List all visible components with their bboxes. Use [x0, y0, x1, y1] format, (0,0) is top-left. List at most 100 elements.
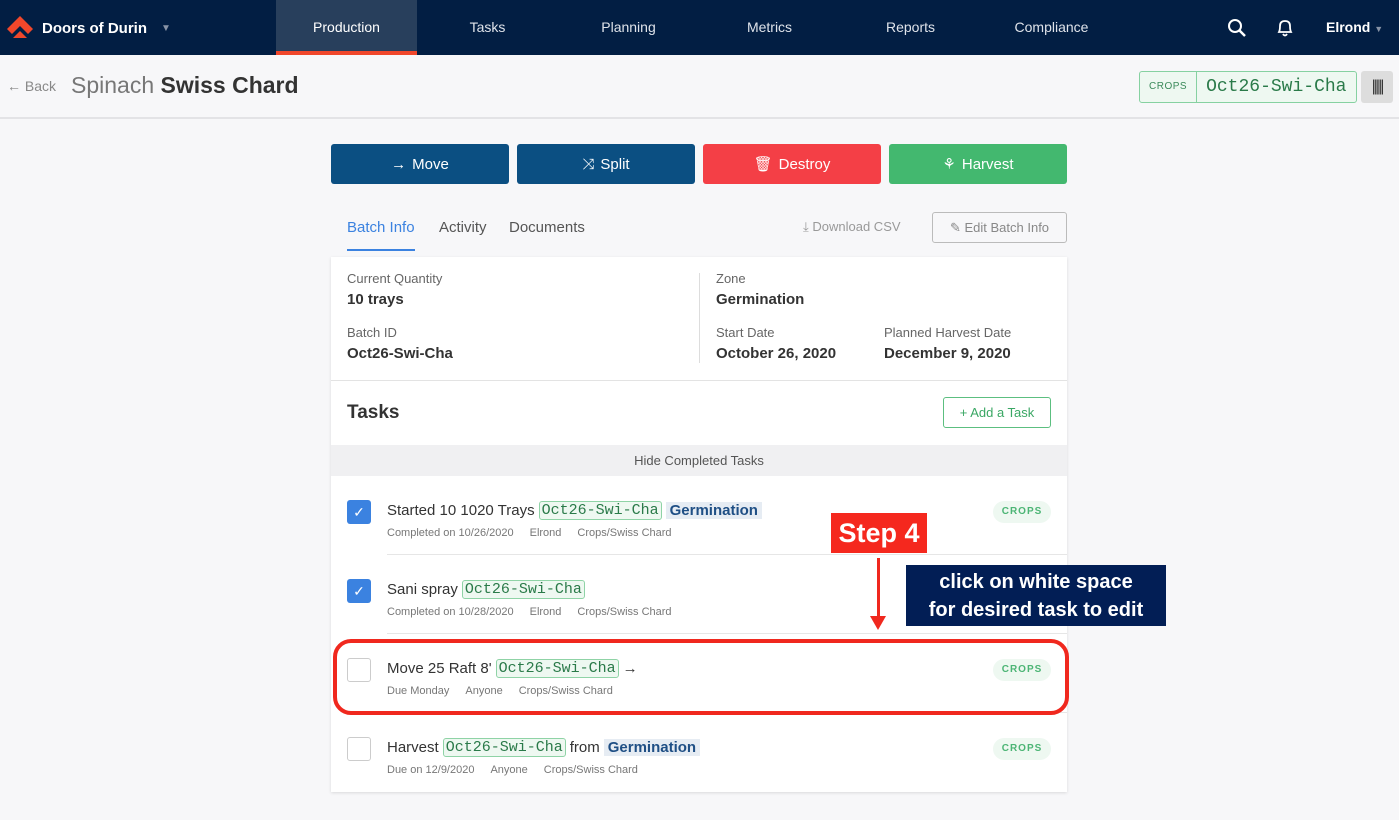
move-label: Move [412, 155, 449, 173]
zone-label: Zone [716, 271, 746, 286]
back-label: Back [24, 78, 57, 94]
edit-label: Edit Batch Info [964, 220, 1050, 235]
title-prefix: Spinach [71, 72, 155, 98]
nav-tab-planning[interactable]: Planning [558, 0, 699, 55]
split-button[interactable]: ⤨ Split [517, 144, 695, 184]
chevron-down-icon: ▼ [1374, 24, 1384, 34]
tag-key: CROPS [1140, 72, 1198, 102]
tag-value: Oct26-Swi-Cha [1206, 77, 1347, 97]
batch-chip[interactable]: Oct26-Swi-Cha [442, 738, 566, 757]
crops-pill: CROPS [993, 501, 1051, 523]
note-line-2: for desired task to edit [928, 599, 1144, 621]
hide-completed-toggle[interactable]: Hide Completed Tasks [331, 445, 1067, 476]
task-title: Sani spray Oct26-Swi-Cha [387, 580, 585, 599]
title-main: Swiss Chard [160, 72, 299, 98]
logo-icon [7, 16, 33, 38]
add-task-button[interactable]: + Add a Task [943, 397, 1051, 428]
edit-icon: ✎ [949, 220, 961, 235]
task-category: Crops/Swiss Chard [577, 527, 672, 539]
add-task-label: Add a Task [970, 405, 1035, 420]
divider [699, 273, 700, 363]
tab-documents[interactable]: Documents [509, 219, 585, 236]
barcode-icon[interactable]: ||||| [1361, 71, 1393, 103]
tab-batch-info[interactable]: Batch Info [347, 219, 415, 251]
nav-tab-metrics[interactable]: Metrics [699, 0, 840, 55]
task-meta: Completed on 10/28/2020 Elrond Crops/Swiss… [387, 606, 672, 618]
divider [387, 554, 1067, 555]
task-name: Started 10 1020 Trays [387, 502, 535, 519]
task-status: Completed on 10/26/2020 [387, 527, 514, 539]
harvest-date-value: December 9, 2020 [884, 345, 1011, 362]
page-title: Spinach Swiss Chard [71, 72, 299, 99]
chevron-down-icon: ▼ [161, 22, 171, 34]
brand-name: Doors of Durin [42, 19, 147, 37]
zone-value: Germination [716, 291, 805, 308]
task-meta: Due on 12/9/2020 Anyone Crops/Swiss Chard [387, 764, 638, 776]
start-value: October 26, 2020 [716, 345, 837, 362]
user-name: Elrond [1326, 19, 1371, 35]
edit-batch-info-button[interactable]: ✎ Edit Batch Info [932, 212, 1067, 243]
user-menu[interactable]: Elrond ▼ [1326, 0, 1383, 55]
task-checkbox[interactable]: ✓ [347, 579, 371, 603]
page-header: ← Back Spinach Swiss Chard CROPS Oct26-Sw… [0, 55, 1399, 119]
task-checkbox[interactable]: ✓ [347, 500, 371, 524]
annotation-note: click on white space for desired task to … [906, 565, 1166, 626]
move-button[interactable]: → Move [331, 144, 509, 184]
task-status: Due on 12/9/2020 [387, 764, 475, 776]
task-status: Completed on 10/28/2020 [387, 606, 514, 618]
task-assignee: Elrond [529, 606, 562, 618]
trash-icon: 🗑 [753, 156, 773, 173]
bell-icon[interactable] [1276, 0, 1294, 55]
zone-chip[interactable]: Germination [603, 739, 701, 756]
split-icon: ⤨ [582, 155, 595, 173]
start-label: Start Date [716, 325, 775, 340]
top-nav: Doors of Durin ▼ Production Tasks Planni… [0, 0, 1399, 55]
batch-chip[interactable]: Oct26-Swi-Cha [461, 580, 585, 599]
task-title: Started 10 1020 Trays Oct26-Swi-Cha Germi… [387, 501, 762, 520]
qty-label: Current Quantity [347, 271, 443, 286]
plus-icon: + [959, 405, 968, 420]
batch-chip[interactable]: Oct26-Swi-Cha [538, 501, 662, 520]
nav-tab-reports[interactable]: Reports [840, 0, 981, 55]
arrow-left-icon: ← [7, 78, 21, 94]
task-assignee: Anyone [490, 764, 528, 776]
task-assignee: Elrond [529, 527, 562, 539]
divider [387, 633, 1067, 634]
batch-label: Batch ID [347, 325, 397, 340]
task-name: Harvest [387, 739, 439, 756]
task-name: Sani spray [387, 581, 458, 598]
search-icon[interactable] [1227, 0, 1247, 55]
nav-tab-compliance[interactable]: Compliance [981, 0, 1122, 55]
task-category: Crops/Swiss Chard [577, 606, 672, 618]
batch-value: Oct26-Swi-Cha [347, 345, 453, 362]
arrow-right-icon: → [391, 155, 407, 173]
download-csv-button[interactable]: ⤓ Download CSV [803, 219, 901, 235]
harvest-label: Harvest [961, 155, 1014, 173]
nav-tab-tasks[interactable]: Tasks [417, 0, 558, 55]
step-label: Step 4 [831, 513, 927, 553]
tasks-title: Tasks [347, 402, 400, 423]
task-row[interactable]: Harvest Oct26-Swi-Cha from Germination Due … [331, 737, 1067, 820]
back-link[interactable]: ← Back [7, 78, 56, 94]
split-label: Split [600, 155, 630, 173]
annotation-arrowhead [870, 616, 886, 630]
harvest-button[interactable]: ⚘ Harvest [889, 144, 1067, 184]
highlight-ring [333, 639, 1069, 715]
download-icon: ⤓ [803, 219, 809, 234]
destroy-button[interactable]: 🗑 Destroy [703, 144, 881, 184]
note-line-1: click on white space [939, 571, 1133, 593]
task-title: Harvest Oct26-Swi-Cha from Germination [387, 738, 701, 757]
destroy-label: Destroy [778, 155, 831, 173]
brand-menu[interactable]: Doors of Durin ▼ [6, 14, 171, 42]
zone-chip[interactable]: Germination [665, 502, 762, 519]
harvest-date-label: Planned Harvest Date [884, 325, 1012, 340]
nav-tab-production[interactable]: Production [276, 0, 417, 55]
download-label: Download CSV [812, 219, 901, 234]
task-checkbox[interactable] [347, 737, 371, 761]
qty-value: 10 trays [347, 291, 404, 308]
crops-pill: CROPS [993, 738, 1051, 760]
task-category: Crops/Swiss Chard [543, 764, 638, 776]
task-suffix: from [569, 739, 600, 756]
tab-activity[interactable]: Activity [439, 219, 487, 236]
batch-tag: CROPS Oct26-Swi-Cha [1139, 71, 1357, 103]
